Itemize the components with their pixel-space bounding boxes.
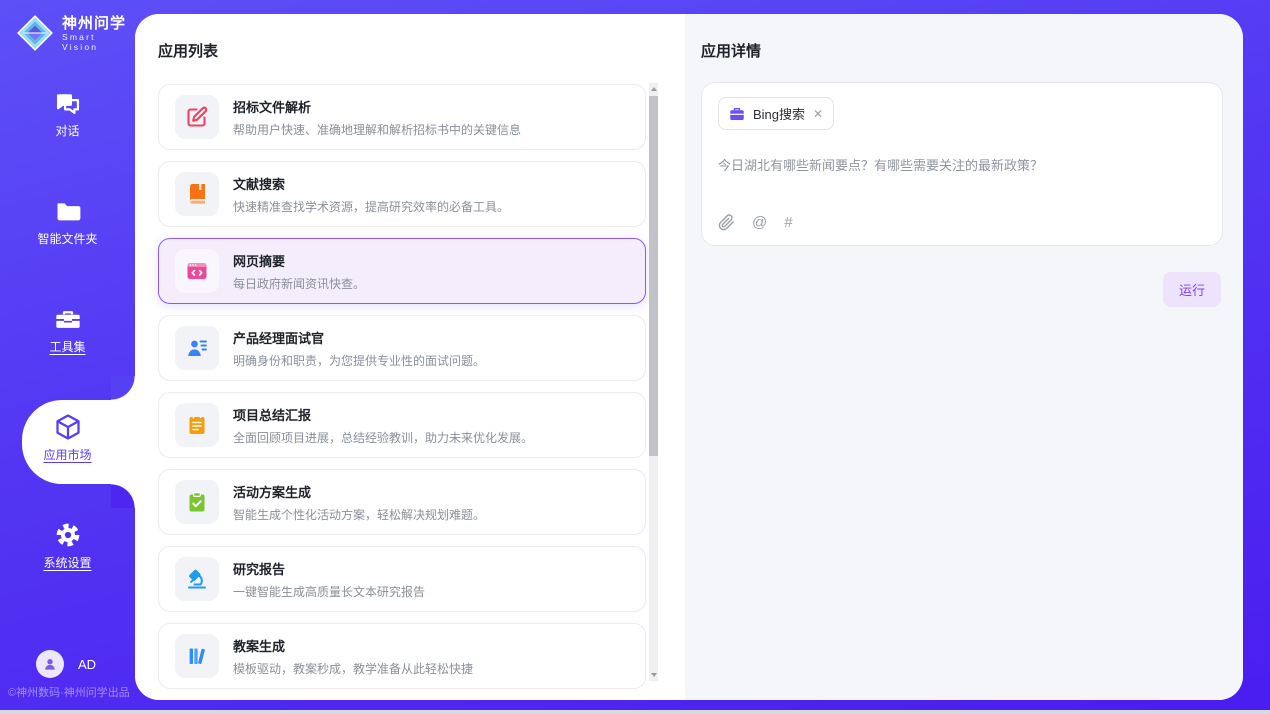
app-card-desc: 模板驱动，教案秒成，教学准备从此轻松快捷 xyxy=(233,660,473,677)
app-list-title: 应用列表 xyxy=(158,40,218,61)
app-card-title: 招标文件解析 xyxy=(233,97,521,116)
tool-chip-label: Bing搜索 xyxy=(753,104,805,123)
app-card-title: 文献搜索 xyxy=(233,174,509,193)
brand-logo: 神州问学 Smart Vision xyxy=(0,0,135,52)
avatar[interactable] xyxy=(36,650,64,678)
app-card-desc: 一键智能生成高质量长文本研究报告 xyxy=(233,583,425,600)
app-card-desc: 明确身份和职责，为您提供专业性的面试问题。 xyxy=(233,352,485,369)
microscope-icon xyxy=(175,557,219,601)
app-card-title: 研究报告 xyxy=(233,559,425,578)
tool-chip-bing-search[interactable]: Bing搜索 ✕ xyxy=(718,97,834,130)
user-initials: AD xyxy=(78,657,96,672)
paperclip-icon[interactable] xyxy=(718,214,735,231)
app-card-5[interactable]: 项目总结汇报 全面回顾项目进展，总结经验教训，助力未来优化发展。 xyxy=(158,392,646,458)
sidebar-item-4[interactable]: 应用市场 xyxy=(0,412,135,472)
sidebar-item-3[interactable]: 工具集 xyxy=(0,304,135,364)
brand-name: 神州问学 xyxy=(62,15,135,32)
chat-icon xyxy=(54,88,82,118)
app-card-6[interactable]: 活动方案生成 智能生成个性化活动方案，轻松解决规划难题。 xyxy=(158,469,646,535)
sidebar-item-2[interactable]: 智能文件夹 xyxy=(0,196,135,256)
interviewer-icon xyxy=(175,326,219,370)
attachment-toolbar: @ # xyxy=(718,214,793,231)
app-card-desc: 全面回顾项目进展，总结经验教训，助力未来优化发展。 xyxy=(233,429,533,446)
cube-icon xyxy=(53,412,83,442)
app-card-1[interactable]: 招标文件解析 帮助用户快速、准确地理解和解析招标书中的关键信息 xyxy=(158,84,646,150)
scrollbar[interactable] xyxy=(649,83,658,681)
app-card-title: 活动方案生成 xyxy=(233,482,485,501)
browser-code-icon xyxy=(175,249,219,293)
sidebar-item-5[interactable]: 系统设置 xyxy=(0,520,135,580)
run-button[interactable]: 运行 xyxy=(1163,272,1221,307)
briefcase-icon xyxy=(728,105,746,123)
sidebar-item-label: 工具集 xyxy=(49,338,85,355)
prompt-input-card[interactable]: Bing搜索 ✕ 今日湖北有哪些新闻要点？有哪些需要关注的最新政策？ @ # xyxy=(701,82,1223,246)
folder-icon xyxy=(54,196,82,226)
app-card-2[interactable]: 文献搜索 快速精准查找学术资源，提高研究效率的必备工具。 xyxy=(158,161,646,227)
app-card-title: 产品经理面试官 xyxy=(233,328,485,347)
app-card-desc: 帮助用户快速、准确地理解和解析招标书中的关键信息 xyxy=(233,121,521,138)
app-card-desc: 快速精准查找学术资源，提高研究效率的必备工具。 xyxy=(233,198,509,215)
sidebar-item-1[interactable]: 对话 xyxy=(0,88,135,148)
app-card-title: 教案生成 xyxy=(233,636,473,655)
app-card-7[interactable]: 研究报告 一键智能生成高质量长文本研究报告 xyxy=(158,546,646,612)
app-card-title: 项目总结汇报 xyxy=(233,405,533,424)
content-shell: 应用列表 招标文件解析 帮助用户快速、准确地理解和解析招标书中的关键信息 文献搜… xyxy=(135,14,1243,700)
notepad-icon xyxy=(175,403,219,447)
brand-subtitle: Smart Vision xyxy=(62,32,135,52)
gear-icon xyxy=(54,520,82,550)
books-icon xyxy=(175,634,219,678)
sidebar-item-label: 系统设置 xyxy=(43,554,91,571)
app-card-desc: 智能生成个性化活动方案，轻松解决规划难题。 xyxy=(233,506,485,523)
app-card-8[interactable]: 教案生成 模板驱动，教案秒成，教学准备从此轻松快捷 xyxy=(158,623,646,689)
sidebar-nav: 对话 智能文件夹 工具集 应用市场 系统设置 xyxy=(0,88,135,580)
sidebar-item-label: 智能文件夹 xyxy=(37,230,97,247)
app-card-desc: 每日政府新闻资讯快查。 xyxy=(233,275,365,292)
edit-document-icon xyxy=(175,95,219,139)
clipboard-check-icon xyxy=(175,480,219,524)
app-card-4[interactable]: 产品经理面试官 明确身份和职责，为您提供专业性的面试问题。 xyxy=(158,315,646,381)
hash-icon[interactable]: # xyxy=(784,215,792,230)
sidebar-item-label: 对话 xyxy=(55,122,79,139)
app-card-list: 招标文件解析 帮助用户快速、准确地理解和解析招标书中的关键信息 文献搜索 快速精… xyxy=(158,84,646,700)
app-list-panel: 应用列表 招标文件解析 帮助用户快速、准确地理解和解析招标书中的关键信息 文献搜… xyxy=(135,14,685,700)
person-icon xyxy=(41,655,59,673)
app-detail-panel: 应用详情 Bing搜索 ✕ 今日湖北有哪些新闻要点？有哪些需要关注的最新政策？ … xyxy=(685,14,1243,700)
at-sign-icon[interactable]: @ xyxy=(752,215,767,230)
scroll-down-icon[interactable] xyxy=(649,669,658,681)
scroll-up-icon[interactable] xyxy=(649,83,658,95)
close-icon[interactable]: ✕ xyxy=(812,107,824,121)
app-card-title: 网页摘要 xyxy=(233,251,365,270)
user-row[interactable]: AD xyxy=(36,650,96,678)
toolbox-icon xyxy=(54,304,82,334)
copyright-text: ©神州数码·神州问学出品 xyxy=(8,684,130,700)
sidebar-item-label: 应用市场 xyxy=(43,446,91,463)
sidebar: 神州问学 Smart Vision 对话 智能文件夹 工具集 应用市场 系统设置 xyxy=(0,0,135,710)
app-card-3[interactable]: 网页摘要 每日政府新闻资讯快查。 xyxy=(158,238,646,304)
diamond-logo-icon xyxy=(16,14,54,52)
scrollbar-thumb[interactable] xyxy=(649,96,658,456)
book-icon xyxy=(175,172,219,216)
app-detail-title: 应用详情 xyxy=(701,40,761,61)
query-input[interactable]: 今日湖北有哪些新闻要点？有哪些需要关注的最新政策？ xyxy=(718,156,1206,176)
